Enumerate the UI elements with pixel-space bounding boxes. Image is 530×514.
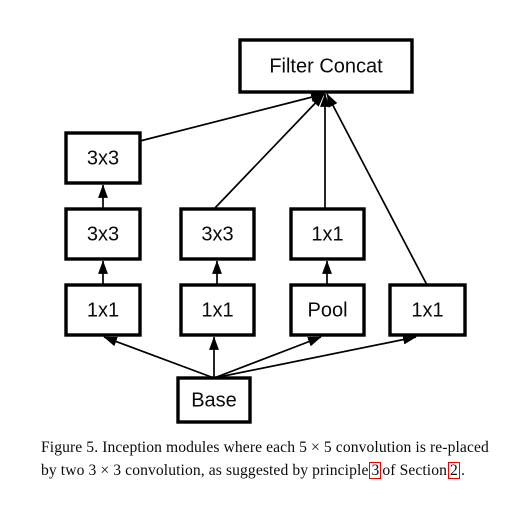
edges-layer xyxy=(98,92,428,379)
node-label-pool-1x1: 1x1 xyxy=(311,223,343,245)
node-mid-1x1[interactable]: 1x1 xyxy=(179,283,256,337)
edge-base-to-right-1x1 xyxy=(213,334,417,379)
node-label-filter-concat: Filter Concat xyxy=(269,55,383,77)
node-label-base: Base xyxy=(191,389,237,411)
node-label-pool: Pool xyxy=(307,299,347,321)
caption-math-3x3: 3 × 3 xyxy=(88,462,122,480)
node-label-left-3x3-top: 3x3 xyxy=(87,147,119,169)
node-left-1x1[interactable]: 1x1 xyxy=(64,283,142,337)
node-mid-3x3[interactable]: 3x3 xyxy=(179,207,256,261)
node-right-1x1[interactable]: 1x1 xyxy=(388,283,467,337)
caption-text-4: of Section xyxy=(382,462,448,480)
node-label-right-1x1: 1x1 xyxy=(411,299,443,321)
caption-text-1: Inception modules where each xyxy=(102,439,296,456)
figure-container: Filter Concat 3x3 3x3 1x1 3x3 1x1 1x1 Pool 1x1 Ba… xyxy=(0,0,530,514)
caption-text-3: convolution, as suggested by principle xyxy=(125,462,369,480)
caption-text-5: . xyxy=(460,462,465,480)
caption-link-section-2[interactable]: 2 xyxy=(448,462,460,480)
edge-base-to-pool xyxy=(213,336,322,379)
figure-caption: Figure 5. Inception modules where each 5… xyxy=(41,436,501,482)
node-pool-1x1[interactable]: 1x1 xyxy=(289,207,366,261)
edge-base-to-left-1x1 xyxy=(103,336,215,379)
edge-mid-3x3-to-concat xyxy=(213,93,325,210)
node-label-left-3x3-mid: 3x3 xyxy=(87,223,119,245)
caption-math-5x5: 5 × 5 xyxy=(299,439,332,456)
caption-link-principle-3[interactable]: 3 xyxy=(369,462,382,480)
edge-left-3x3-top-to-concat xyxy=(139,92,325,142)
node-base[interactable]: Base xyxy=(176,376,252,424)
node-label-mid-1x1: 1x1 xyxy=(201,299,233,321)
node-label-left-1x1: 1x1 xyxy=(87,299,119,321)
node-left-3x3-top[interactable]: 3x3 xyxy=(64,131,142,185)
nodes-layer: Filter Concat 3x3 3x3 1x1 3x3 1x1 1x1 Pool 1x1 Ba… xyxy=(64,38,467,424)
node-left-3x3-mid[interactable]: 3x3 xyxy=(64,207,142,261)
node-filter-concat[interactable]: Filter Concat xyxy=(238,38,414,94)
inception-module-diagram: Filter Concat 3x3 3x3 1x1 3x3 1x1 1x1 Pool 1x1 Ba… xyxy=(64,38,467,424)
node-pool[interactable]: Pool xyxy=(289,283,366,337)
caption-figure-number: Figure 5. xyxy=(41,439,99,456)
node-label-mid-3x3: 3x3 xyxy=(201,223,233,245)
